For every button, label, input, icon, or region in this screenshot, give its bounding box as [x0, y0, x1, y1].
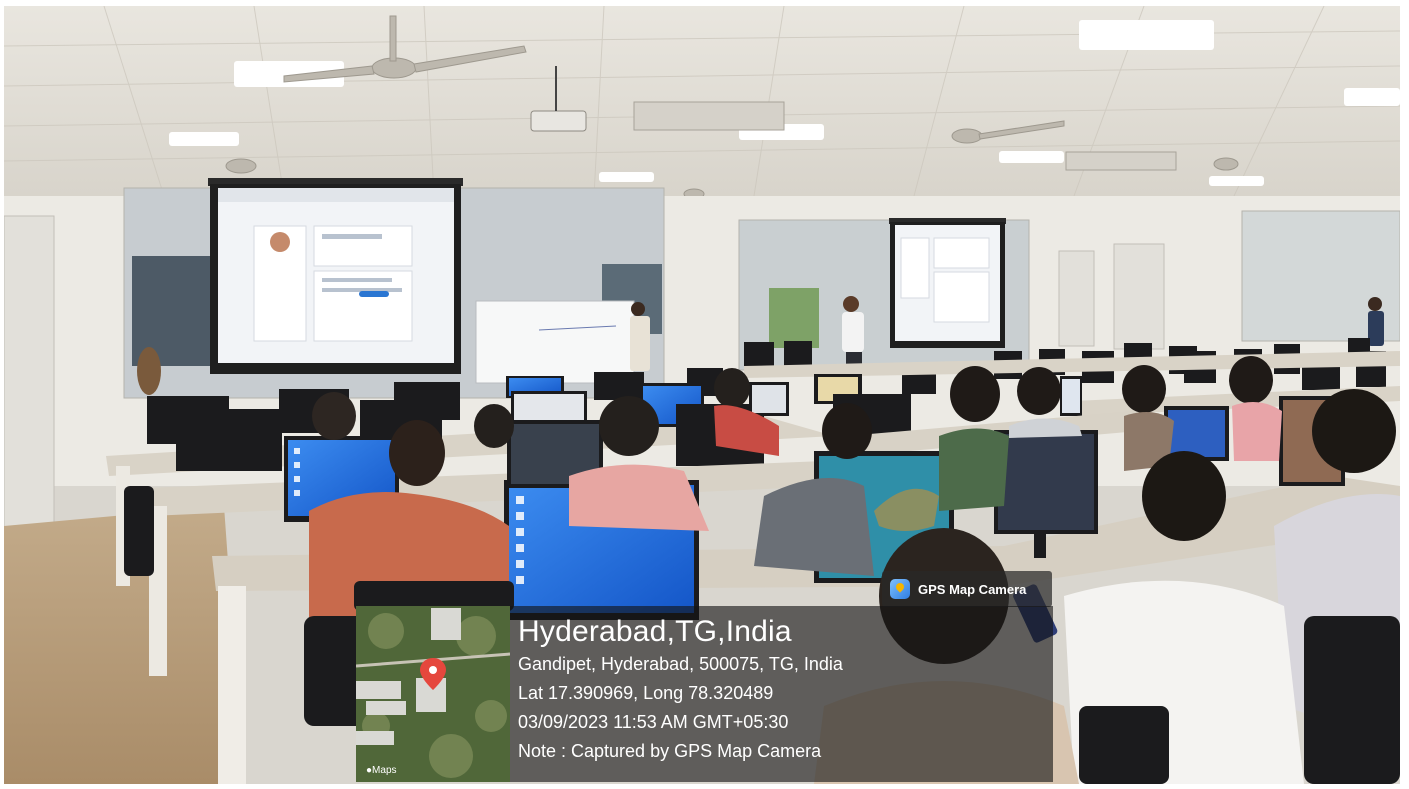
standing-person-right — [1368, 297, 1384, 346]
gps-badge-label: GPS Map Camera — [918, 581, 1027, 597]
location-coordinates: Lat 17.390969, Long 78.320489 — [518, 683, 774, 703]
gps-info-panel: ●Maps Hyderabad,TG,India Gandipet, Hyder… — [356, 606, 1053, 782]
projector-screen-right — [889, 218, 1006, 348]
gps-map-thumbnail: ●Maps — [356, 606, 510, 782]
location-address: Gandipet, Hyderabad, 500075, TG, India — [518, 654, 843, 674]
photo-frame: GPS Map Camera ●Maps Hyderabad,TG,India … — [0, 0, 1409, 789]
capture-datetime: 03/09/2023 11:53 AM GMT+05:30 — [518, 712, 789, 732]
gps-map-camera-app-icon — [890, 579, 910, 599]
gps-text-block: Hyderabad,TG,India Gandipet, Hyderabad, … — [518, 614, 843, 766]
map-pin-icon — [420, 658, 446, 690]
projector-screen-left — [208, 178, 463, 374]
door-left — [4, 215, 55, 537]
computer-lab-photo: GPS Map Camera ●Maps Hyderabad,TG,India … — [4, 6, 1400, 784]
ac-vent-2 — [1065, 151, 1177, 171]
maps-attribution: ●Maps — [366, 765, 397, 776]
location-title: Hyderabad,TG,India — [518, 615, 792, 648]
capture-note: Note : Captured by GPS Map Camera — [518, 741, 822, 761]
gps-map-camera-badge: GPS Map Camera — [882, 571, 1052, 607]
ac-vent — [633, 101, 785, 131]
whiteboard — [475, 300, 635, 384]
window-greenery — [769, 288, 819, 348]
door-back — [1058, 250, 1095, 347]
front-desk-leg — [218, 586, 246, 784]
door-back-2 — [1113, 243, 1165, 350]
